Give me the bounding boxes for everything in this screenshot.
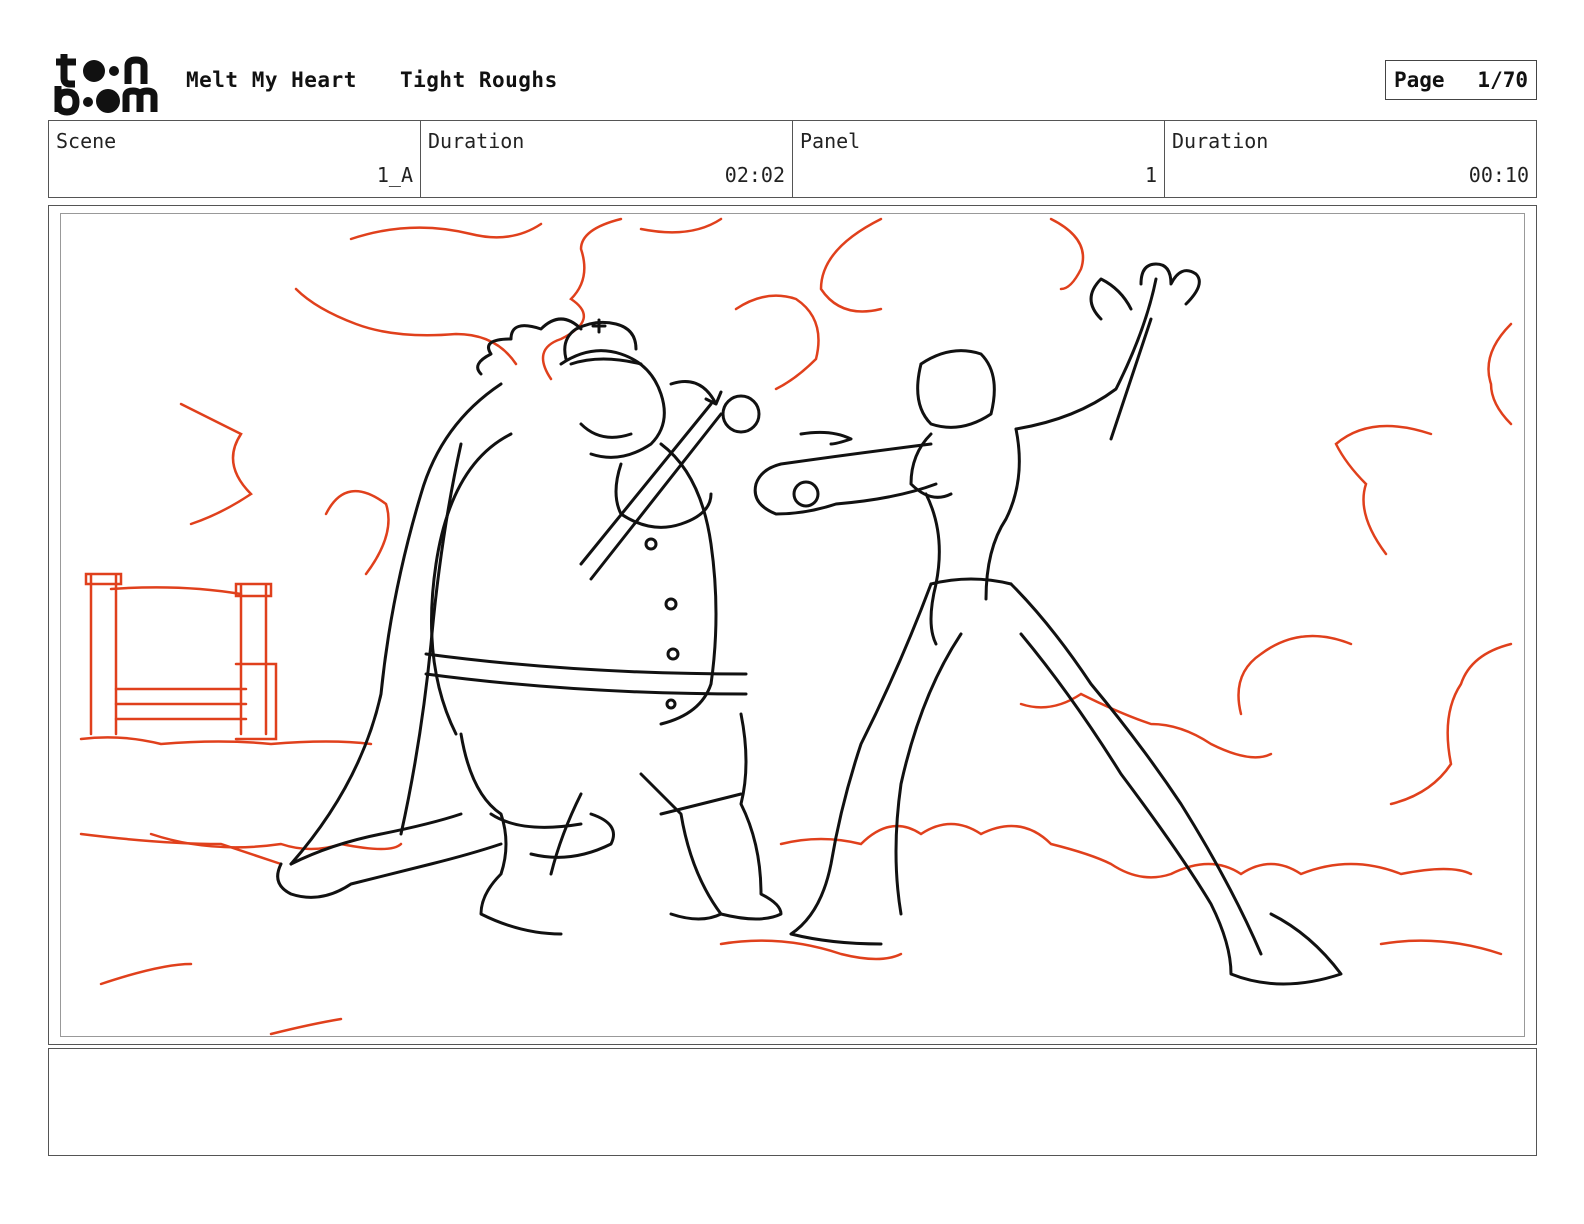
sequence-title: Tight Roughs	[400, 68, 558, 92]
scene-label: Scene	[56, 129, 117, 153]
page-number: 1/70	[1477, 68, 1528, 92]
project-title: Melt My Heart	[186, 68, 357, 92]
panel-duration-value: 00:10	[1468, 163, 1529, 187]
panel-duration-cell: Duration 00:10	[1165, 121, 1536, 197]
storyboard-panel-frame	[48, 205, 1537, 1045]
storyboard-sketch	[79, 217, 1513, 1036]
page-indicator: Page 1/70	[1385, 60, 1537, 100]
panel-label: Panel	[800, 129, 861, 153]
toonboom-logo	[54, 54, 158, 116]
panel-notes-box	[48, 1048, 1537, 1156]
panel-info-row: Scene 1_A Duration 02:02 Panel 1 Duratio…	[48, 120, 1537, 198]
scene-cell: Scene 1_A	[49, 121, 421, 197]
scene-duration-cell: Duration 02:02	[421, 121, 793, 197]
scene-duration-label: Duration	[428, 129, 525, 153]
scene-value: 1_A	[376, 163, 413, 187]
storyboard-drawing-area	[60, 213, 1525, 1037]
page-label: Page	[1394, 68, 1445, 92]
scene-duration-value: 02:02	[724, 163, 785, 187]
panel-cell: Panel 1	[793, 121, 1165, 197]
panel-value: 1	[1144, 163, 1157, 187]
panel-duration-label: Duration	[1172, 129, 1269, 153]
